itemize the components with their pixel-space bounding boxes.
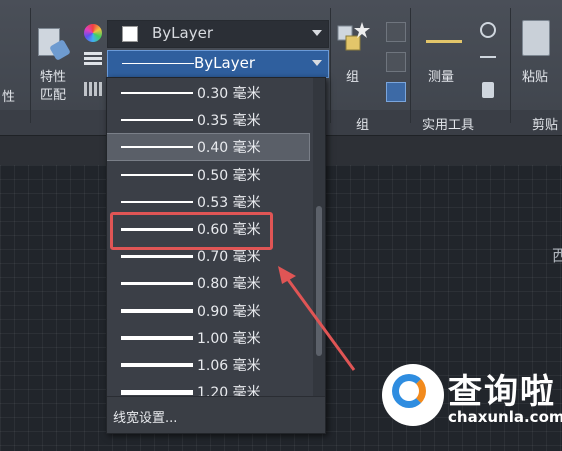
lineweight-sample — [121, 200, 193, 203]
color-combo[interactable]: ByLayer — [107, 20, 329, 48]
match-properties-label-line2[interactable]: 匹配 — [40, 84, 66, 103]
paste-button-label[interactable]: 粘贴 — [522, 66, 548, 85]
lineweight-option-label: 0.50 毫米 — [197, 167, 261, 184]
match-properties-label-line1[interactable]: 特性 — [40, 66, 66, 85]
color-wheel-icon — [84, 24, 102, 42]
lineweight-sample — [121, 254, 193, 258]
linetype-icon — [84, 82, 102, 96]
lineweight-sample — [121, 173, 193, 176]
group-icon[interactable] — [336, 20, 370, 56]
lineweight-sample — [121, 119, 193, 122]
lineweight-combo-value: ByLayer — [194, 54, 255, 72]
lineweight-settings-item[interactable]: 线宽设置... — [107, 396, 325, 433]
ribbon-separator — [410, 8, 411, 123]
utilities-panel-footer[interactable]: 实用工具 — [422, 114, 474, 133]
lineweight-sample — [121, 308, 193, 313]
watermark-q-icon — [392, 374, 426, 408]
lineweight-settings-label: 线宽设置... — [113, 411, 178, 426]
lineweight-option-label: 0.30 毫米 — [197, 86, 261, 102]
lineweight-sample — [121, 146, 193, 149]
lineweight-sample — [121, 281, 193, 285]
color-swatch — [122, 26, 138, 42]
group-selection-icon[interactable] — [386, 82, 406, 102]
highlight-box — [110, 212, 273, 250]
line-sample — [122, 63, 194, 64]
lineweight-option-label: 0.53 毫米 — [197, 194, 261, 211]
edit-group-icon[interactable] — [386, 22, 406, 42]
watermark-url: chaxunla.com — [448, 408, 562, 426]
left-edge-label: 性 — [2, 90, 16, 105]
lineweight-option-label: 1.06 毫米 — [197, 358, 261, 374]
point-style-icon[interactable] — [480, 22, 496, 38]
annotation-arrow — [278, 266, 356, 371]
lineweight-option[interactable]: 0.53 毫米 — [107, 189, 309, 215]
crosshair-icon[interactable] — [480, 56, 496, 58]
watermark-brand: 查询啦 — [448, 372, 556, 412]
measure-button-label[interactable]: 测量 — [428, 66, 454, 85]
clipboard-panel-footer[interactable]: 剪贴 — [532, 114, 558, 133]
lineweight-combo[interactable]: ByLayer — [107, 50, 329, 78]
paste-icon[interactable] — [522, 20, 550, 56]
lineweight-sample — [121, 389, 193, 395]
lineweight-option[interactable]: 0.30 毫米 — [107, 80, 309, 106]
lineweight-option-label: 0.40 毫米 — [197, 140, 261, 157]
lineweight-icon — [84, 52, 102, 66]
lineweight-sample — [121, 92, 193, 94]
color-combo-value: ByLayer — [152, 24, 213, 42]
match-properties-icon[interactable] — [36, 26, 72, 62]
lineweight-option-label: 0.80 毫米 — [197, 276, 261, 293]
ribbon-separator — [30, 8, 31, 123]
lineweight-option[interactable]: 0.35 毫米 — [107, 107, 309, 133]
ungroup-icon[interactable] — [386, 52, 406, 72]
ribbon-separator — [510, 8, 511, 123]
group-button-label[interactable]: 组 — [346, 66, 359, 85]
view-cube-label: 西 — [552, 246, 562, 265]
lineweight-sample — [121, 335, 193, 340]
calculator-icon[interactable] — [482, 82, 494, 98]
lineweight-dropdown[interactable]: 0.30 毫米 0.35 毫米 0.40 毫米 0.50 毫米 0.53 毫米 0.60 … — [106, 77, 326, 434]
lineweight-option-label: 0.90 毫米 — [197, 303, 261, 320]
chevron-down-icon — [312, 30, 322, 36]
lineweight-option-label: 1.00 毫米 — [197, 330, 261, 347]
lineweight-option[interactable]: 0.50 毫米 — [107, 162, 309, 188]
group-panel-footer[interactable]: 组 — [356, 114, 369, 133]
lineweight-option[interactable]: 0.40 毫米 — [107, 133, 310, 162]
lineweight-sample — [121, 363, 193, 367]
measure-icon[interactable] — [426, 30, 462, 43]
lineweight-option-label: 0.35 毫米 — [197, 113, 261, 130]
chevron-down-icon — [312, 60, 322, 66]
ribbon-separator — [330, 8, 331, 123]
